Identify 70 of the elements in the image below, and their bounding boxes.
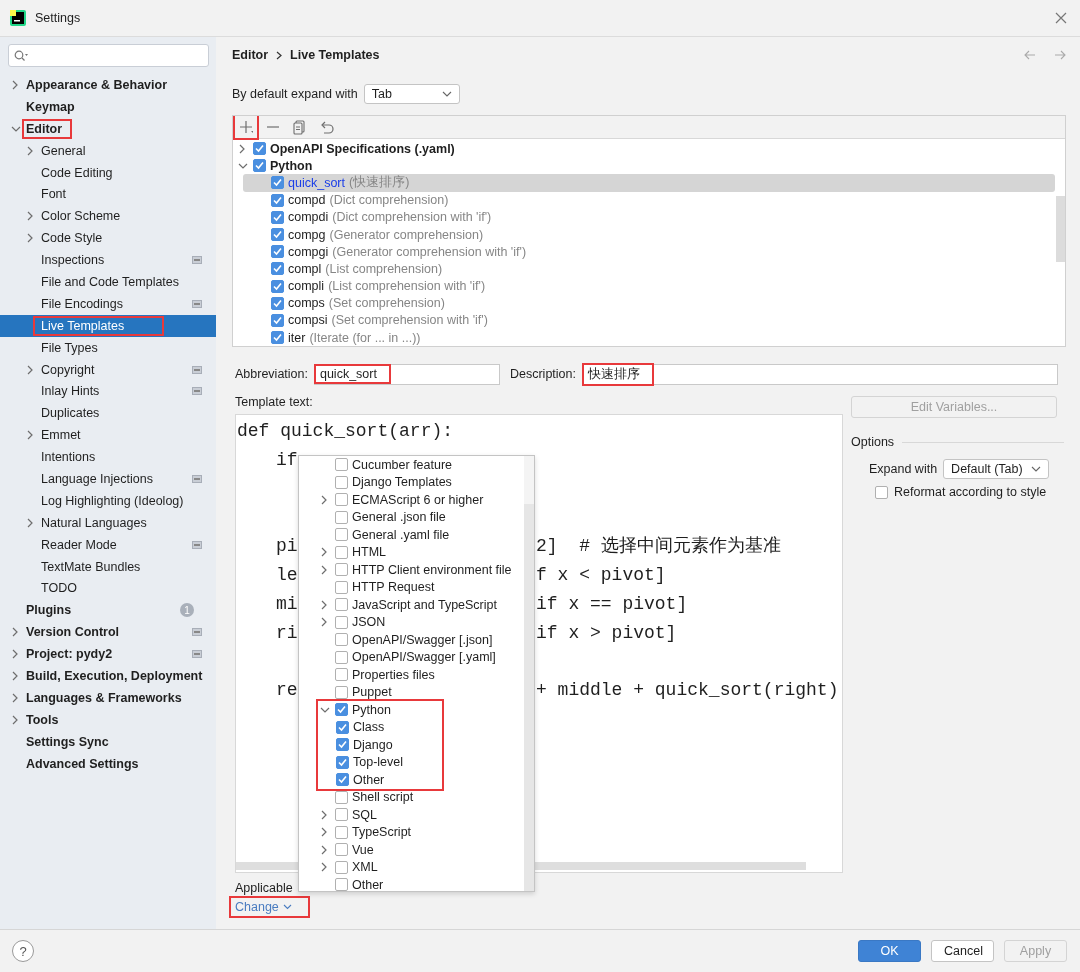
field-label: Abbreviation:: [235, 367, 308, 381]
code-line: if x == pivot]: [536, 592, 688, 616]
context-label: TypeScript: [352, 825, 412, 840]
template-abbreviation: comps: [288, 296, 325, 311]
code-line: f x < pivot]: [536, 564, 666, 587]
template-abbreviation: iter: [288, 330, 306, 345]
code-line: if: [276, 448, 298, 472]
template-description: (List comprehension with 'if'): [328, 279, 486, 294]
template-abbreviation: compd: [288, 193, 326, 208]
code-line: mi: [276, 592, 298, 616]
field-label: Expand with: [869, 462, 938, 476]
context-label: Vue: [352, 842, 374, 857]
code-line: pi: [276, 535, 298, 559]
context-label: HTTP Request: [352, 580, 435, 595]
context-label: OpenAPI/Swagger [.yaml]: [352, 650, 496, 665]
template-description: (快速排序): [349, 174, 410, 192]
context-label: JavaScript and TypeScript: [352, 597, 497, 612]
context-label: Django: [353, 737, 393, 752]
context-label: General .json file: [352, 510, 446, 525]
code-line: def quick_sort(arr):: [237, 420, 454, 443]
context-label: Other: [353, 772, 385, 787]
template-abbreviation: compgi: [288, 244, 329, 259]
context-label: Properties files: [352, 667, 435, 682]
context-label: Puppet: [352, 685, 392, 700]
template-description: (Generator comprehension with 'if'): [332, 244, 527, 259]
template-abbreviation: compl: [288, 261, 322, 276]
code-line: 2] # 选择中间元素作为基准: [536, 535, 781, 559]
context-label: Python: [352, 702, 391, 717]
context-label: Class: [353, 720, 385, 735]
group-label: Python: [270, 158, 313, 173]
context-label: General .yaml file: [352, 527, 450, 542]
context-label: HTML: [352, 545, 387, 560]
context-label: Top-level: [353, 755, 404, 770]
template-description: (Iterate (for ... in ...)): [309, 330, 421, 345]
window-title: Settings: [35, 11, 82, 25]
code-line: ri: [276, 621, 298, 645]
context-label: Shell script: [352, 790, 414, 805]
code-line: re: [276, 679, 298, 703]
code-line: if x > pivot]: [536, 621, 677, 645]
group-label: OpenAPI Specifications (.yaml): [270, 141, 455, 156]
template-abbreviation: compg: [288, 227, 326, 242]
code-line: le: [276, 564, 298, 587]
template-abbreviation: compdi: [288, 210, 329, 225]
field-label: Template text:: [235, 395, 314, 409]
template-abbreviation: compli: [288, 279, 325, 294]
template-description: (Generator comprehension): [329, 227, 484, 242]
template-description: (Dict comprehension): [329, 193, 449, 208]
template-description: (Dict comprehension with 'if'): [332, 210, 492, 225]
context-label: HTTP Client environment file: [352, 562, 512, 577]
context-label: JSON: [352, 615, 386, 630]
context-label: SQL: [352, 807, 377, 822]
code-line: + middle + quick_sort(right): [536, 679, 839, 703]
field-label: By default expand with: [232, 87, 358, 101]
context-label: XML: [352, 860, 378, 875]
section-title: Options: [851, 435, 895, 449]
context-label: Django Templates: [352, 475, 452, 490]
template-abbreviation: quick_sort: [288, 175, 345, 190]
context-label: ECMAScript 6 or higher: [352, 492, 484, 507]
field-label: Description:: [509, 367, 576, 381]
template-description: (List comprehension): [325, 261, 443, 276]
count-badge: 1: [180, 603, 194, 618]
context-label: Cucumber feature: [352, 457, 453, 472]
breadcrumb-item: Live Templates: [290, 48, 380, 62]
template-description: (Set comprehension with 'if'): [331, 313, 488, 328]
context-label: Other: [352, 877, 384, 891]
context-label: OpenAPI/Swagger [.json]: [352, 632, 493, 647]
checkbox-label: Reformat according to style: [894, 485, 1047, 499]
template-description: (Set comprehension): [328, 296, 445, 311]
field-label: Applicable: [235, 881, 293, 895]
template-abbreviation: compsi: [288, 313, 328, 328]
